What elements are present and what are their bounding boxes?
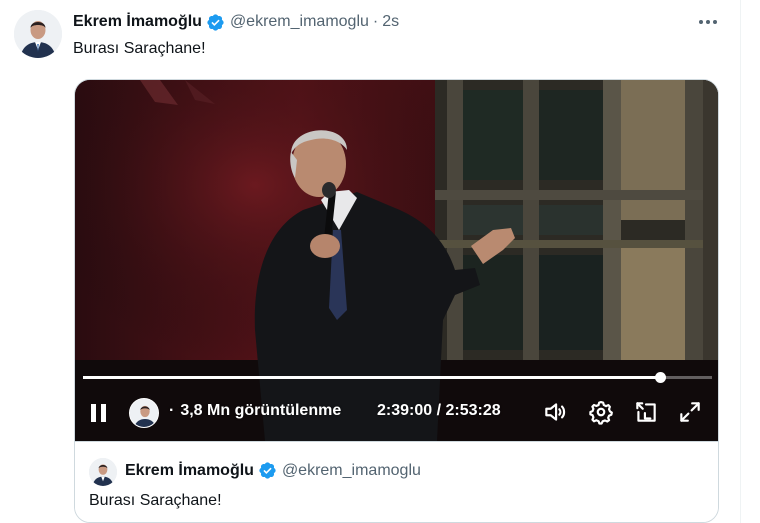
timecode: 2:39:00 / 2:53:28 [377, 402, 501, 419]
tweet-timestamp[interactable]: 2s [382, 13, 399, 31]
progress-thumb[interactable] [655, 372, 666, 383]
fullscreen-icon[interactable] [677, 399, 703, 425]
quoted-media-card[interactable]: · 3,8 Mn görüntülenme 2:39:00 / 2:53:28 [74, 79, 719, 523]
author-name[interactable]: Ekrem İmamoğlu [73, 13, 202, 31]
quote-header: Ekrem İmamoğlu @ekrem_imamoglu [125, 461, 421, 480]
tweet-text: Burası Saraçhane! [73, 40, 206, 57]
header-separator: · [372, 13, 379, 30]
verified-badge-icon[interactable] [258, 461, 277, 480]
tweet-header: Ekrem İmamoğlu @ekrem_imamoglu · 2s [73, 11, 399, 33]
quoted-tweet[interactable]: Ekrem İmamoğlu @ekrem_imamoglu Burası Sa… [75, 441, 718, 522]
verified-badge-icon[interactable] [206, 13, 225, 32]
progress-bar[interactable] [83, 372, 712, 383]
control-row: · 3,8 Mn görüntülenme 2:39:00 / 2:53:28 [75, 394, 718, 428]
quote-author-avatar[interactable] [89, 458, 117, 486]
more-options-icon[interactable] [696, 12, 720, 32]
video-author-avatar[interactable] [129, 398, 159, 428]
page-gutter [740, 0, 760, 523]
view-count: · 3,8 Mn görüntülenme [169, 402, 341, 420]
quote-author-handle[interactable]: @ekrem_imamoglu [282, 462, 421, 480]
author-handle[interactable]: @ekrem_imamoglu [230, 13, 369, 31]
tweet[interactable]: Ekrem İmamoğlu @ekrem_imamoglu · 2s Bura… [0, 0, 740, 523]
pip-icon[interactable] [633, 399, 659, 425]
video-controls: · 3,8 Mn görüntülenme 2:39:00 / 2:53:28 [75, 372, 718, 441]
pause-icon[interactable] [91, 404, 111, 422]
settings-icon[interactable] [588, 399, 614, 425]
volume-icon[interactable] [542, 399, 568, 425]
progress-fill [83, 376, 660, 379]
views-text: 3,8 Mn görüntülenme [180, 402, 342, 419]
author-avatar[interactable] [14, 10, 62, 58]
quote-text: Burası Saraçhane! [89, 492, 222, 509]
quote-author-name[interactable]: Ekrem İmamoğlu [125, 462, 254, 480]
views-separator: · [169, 402, 175, 419]
video-player[interactable]: · 3,8 Mn görüntülenme 2:39:00 / 2:53:28 [75, 80, 718, 441]
